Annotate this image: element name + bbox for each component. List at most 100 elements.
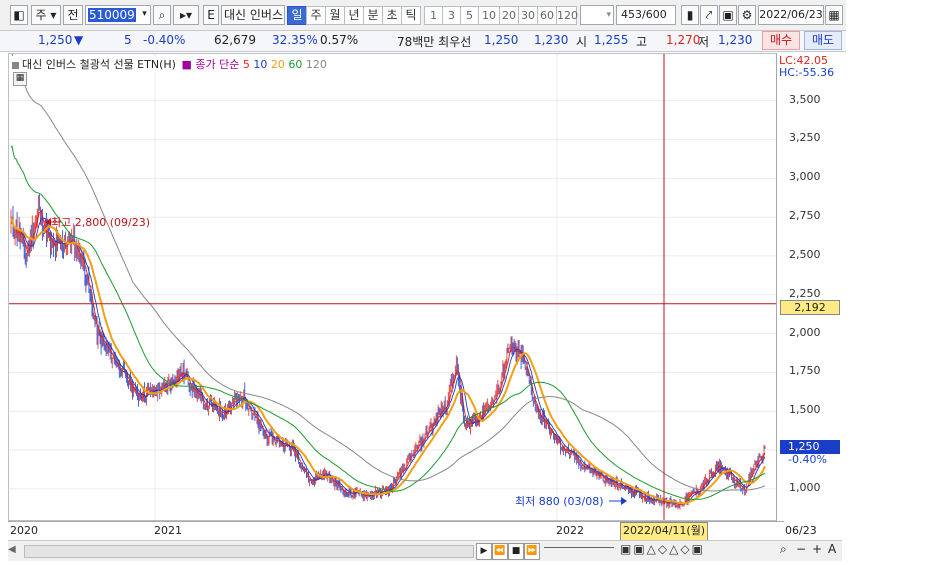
period-type-value: 주 [35,8,47,22]
count-value: 453 [621,8,642,21]
crosshair-date-label: 2022/04/11(월) [620,522,709,541]
period-second-button[interactable]: 초 [382,6,402,25]
period-tick-button[interactable]: 틱 [401,6,421,25]
legend-ma60: 60 [288,58,303,71]
interval-30-button[interactable]: 30 [518,6,538,25]
y-tick-label: 2,750 [789,209,821,223]
legend-bullet-icon: ■ [181,58,192,71]
interval-5-button[interactable]: 5 [460,6,479,25]
quote-best-label: 78백만 최우선 [397,35,472,49]
zoom-slider-icon[interactable] [544,547,614,548]
grid-toggle-icon[interactable]: ▦ [13,72,27,86]
low-marker-arrow [621,497,627,505]
code-value: 510009 [88,8,136,22]
period-week-button[interactable]: 주 [306,6,326,25]
quote-low-label: 저 [698,35,710,49]
fast-forward-icon[interactable]: ⏩ [524,543,540,560]
y-tick-label: 2,000 [789,325,821,339]
x-label-last: 06/23 [785,524,817,537]
ma-120-line [11,54,766,492]
x-label-2022: 2022 [556,524,584,537]
hc-label: HC:-55.36 [779,66,835,79]
candle-icon[interactable]: ▮ [681,5,699,25]
chart-legend: 대신 인버스 철광석 선물 ETN(H) ■ 종가 단순 5 10 20 60 … [12,56,327,72]
legend-square-icon [12,61,19,69]
chart-plot-area[interactable]: 대신 인버스 철광석 선물 ETN(H) ■ 종가 단순 5 10 20 60 … [8,53,784,521]
y-tick-label: 2,500 [789,247,821,261]
scroll-left-icon[interactable]: ◀ [8,544,22,557]
line-tool-icon[interactable]: ⤤ [700,5,718,25]
date-axis: 2020 2021 2022 2022/04/11(월) 06/23 [8,521,817,541]
quote-vol-ratio: 32.35% [272,33,318,47]
quote-change: 5 [124,33,132,47]
y-tick-label: 3,000 [789,170,821,184]
y-tick-label: 2,250 [789,286,821,300]
chart-canvas[interactable] [9,54,783,520]
legend-ma120: 120 [305,58,327,71]
interval-3-button[interactable]: 3 [442,6,461,25]
count-field[interactable]: 453/600 [616,5,676,25]
quote-high-label: 고 [636,35,648,49]
quote-low: 1,230 [718,33,753,47]
high-annotation: 최고 2,800 (09/23) [51,216,151,229]
quote-change-arrow: ▼ [74,33,84,47]
scroll-right-icon[interactable]: ▶ [476,543,492,560]
market-select[interactable]: 전 [63,5,83,25]
chart-menu-icon[interactable]: ◧ [10,5,28,25]
volume-icon[interactable]: ▸▾ [173,5,199,25]
ma-5-line [10,209,766,506]
period-minute-button[interactable]: 분 [363,6,383,25]
period-month-button[interactable]: 월 [325,6,345,25]
count-total: /600 [642,8,667,21]
zoom-search-icon[interactable]: ⌕ [780,542,787,557]
zoom-in-icon[interactable]: + [812,542,822,556]
stop-icon[interactable]: ■ [508,543,524,560]
last-price-label: 1,250 [780,440,840,454]
quote-turnover: 0.57% [320,33,359,47]
chart-tools-icons[interactable]: ▣▣△◇△◇▣ [620,542,705,556]
ma-60-line [10,145,766,500]
interval-60-button[interactable]: 60 [537,6,557,25]
crosshair-price-label: 2,192 [780,300,840,315]
y-tick-label: 1,000 [789,480,821,494]
date-field[interactable]: 2022/06/23 [758,5,824,25]
interval-10-button[interactable]: 10 [478,6,500,25]
e-button[interactable]: E [203,5,219,25]
quote-change-pct: -0.40% [143,33,186,47]
price-axis[interactable]: LC:42.05 HC:-55.36 3,500 3,250 3,000 2,750 2… [776,53,843,521]
quote-high: 1,270 [666,33,701,47]
gear-icon[interactable]: ⚙ [738,5,756,25]
interval-120-button[interactable]: 120 [556,6,578,25]
x-label-2021: 2021 [154,524,182,537]
period-day-button[interactable]: 일 [287,6,307,25]
legend-ma-label: 종가 단순 [195,58,240,71]
period-type-select[interactable]: 주 ▾ [31,5,61,25]
legend-ma20: 20 [270,58,285,71]
interval-custom-select[interactable]: ▾ [580,5,614,25]
interval-1-button[interactable]: 1 [424,6,443,25]
period-year-button[interactable]: 년 [344,6,364,25]
quote-open: 1,255 [594,33,629,47]
scrollbar-track[interactable] [24,545,474,558]
quote-bar: 1,250 ▼ 5 -0.40% 62,679 32.35% 0.57% 78백… [0,31,846,52]
interval-20-button[interactable]: 20 [499,6,519,25]
quote-price: 1,250 [38,33,73,47]
last-change-label: -0.40% [788,453,827,466]
y-tick-label: 3,250 [789,131,821,145]
buy-button[interactable]: 매수 [762,31,800,50]
search-icon[interactable]: ⌕ [153,5,171,25]
calendar-icon[interactable]: ▦ [825,5,843,25]
quote-open-label: 시 [576,35,588,49]
save-icon[interactable]: ▣ [719,5,737,25]
y-tick-label: 3,500 [789,92,821,106]
quote-bid: 1,230 [534,33,569,47]
text-tool-icon[interactable]: A [828,542,836,556]
code-dropdown-icon[interactable]: ▾ [138,5,151,25]
rewind-icon[interactable]: ⏪ [492,543,508,560]
sell-button[interactable]: 매도 [804,31,842,50]
legend-ma10: 10 [253,58,268,71]
low-annotation: 최저 880 (03/08) [515,495,604,508]
quote-volume: 62,679 [214,33,256,47]
zoom-out-icon[interactable]: − [796,542,806,556]
y-tick-label: 1,500 [789,403,821,417]
